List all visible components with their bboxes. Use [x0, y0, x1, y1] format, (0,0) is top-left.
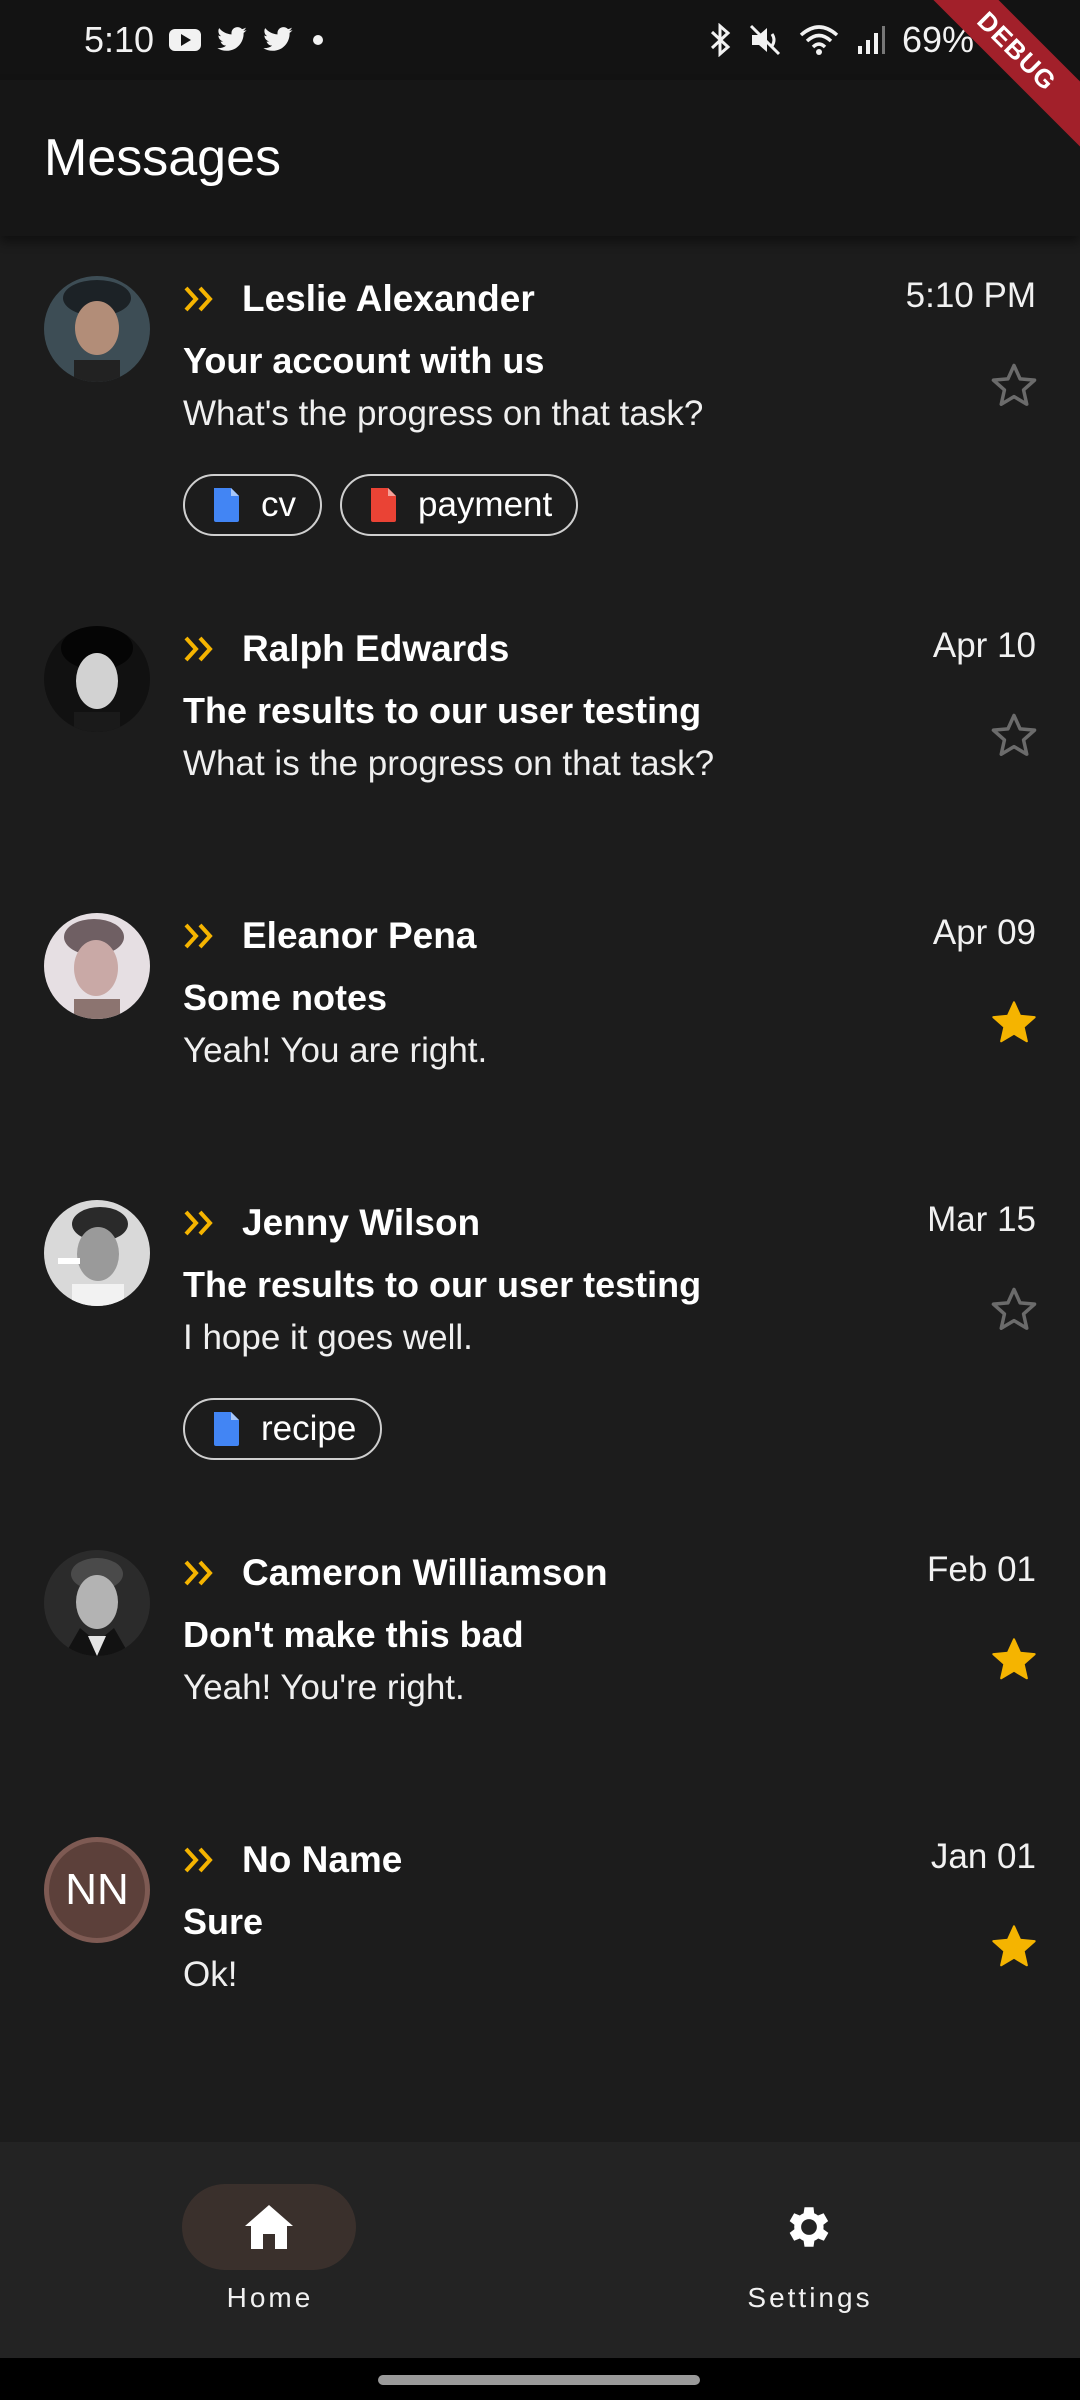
- sender-name: No Name: [242, 1839, 403, 1880]
- gesture-handle[interactable]: [378, 2375, 700, 2385]
- star-outline-icon[interactable]: [988, 360, 1040, 412]
- document-icon: [214, 1412, 239, 1446]
- nav-label: Settings: [747, 2282, 873, 2313]
- message-preview: What is the progress on that task?: [183, 744, 715, 783]
- message-date: Mar 15: [927, 1200, 1036, 1239]
- mute-icon: [749, 24, 780, 56]
- message-item[interactable]: Leslie Alexander 5:10 PM Your account wi…: [0, 236, 1080, 586]
- sender-name: Ralph Edwards: [242, 628, 510, 669]
- double-chevron-icon: [184, 286, 213, 312]
- sender-row: Leslie Alexander: [182, 278, 535, 320]
- attachment-name: cv: [261, 485, 296, 524]
- message-preview: I hope it goes well.: [183, 1318, 473, 1357]
- message-subject: Sure: [183, 1901, 264, 1942]
- twitter-icon: [217, 27, 247, 51]
- document-icon: [371, 488, 396, 522]
- message-item[interactable]: Eleanor Pena Apr 09 Some notes Yeah! You…: [0, 873, 1080, 1160]
- sender-name: Eleanor Pena: [242, 915, 477, 956]
- attachment-chips: recipe: [183, 1398, 383, 1460]
- twitter-icon: [263, 27, 293, 51]
- sender-name: Cameron Williamson: [242, 1552, 608, 1593]
- nav-indicator[interactable]: [722, 2184, 896, 2270]
- avatar: [44, 626, 150, 732]
- bluetooth-icon: [710, 23, 731, 57]
- sender-name: Leslie Alexander: [242, 278, 535, 319]
- attachment-chip[interactable]: recipe: [183, 1398, 383, 1460]
- double-chevron-icon: [184, 1847, 213, 1873]
- message-subject: The results to our user testing: [183, 1264, 702, 1305]
- avatar: [44, 276, 150, 382]
- message-item[interactable]: Ralph Edwards Apr 10 The results to our …: [0, 586, 1080, 873]
- double-chevron-icon: [184, 1210, 213, 1236]
- star-filled-icon[interactable]: [988, 1921, 1040, 1973]
- signal-icon: [857, 26, 885, 54]
- message-subject: Don't make this bad: [183, 1614, 524, 1655]
- youtube-icon: [169, 29, 202, 51]
- attachment-name: recipe: [261, 1409, 357, 1448]
- message-date: 5:10 PM: [905, 276, 1036, 315]
- message-subject: Some notes: [183, 977, 388, 1018]
- nav-item-settings[interactable]: Settings: [690, 2142, 930, 2358]
- home-icon: [245, 2205, 293, 2249]
- sender-row: Cameron Williamson: [182, 1552, 608, 1594]
- gesture-bar: [0, 2358, 1080, 2400]
- page-title: Messages: [44, 129, 281, 187]
- double-chevron-icon: [184, 1560, 213, 1586]
- notification-dot-icon: [313, 35, 324, 45]
- sender-name: Jenny Wilson: [242, 1202, 481, 1243]
- double-chevron-icon: [184, 636, 213, 662]
- sender-row: Jenny Wilson: [182, 1202, 480, 1244]
- avatar: [44, 913, 150, 1019]
- message-date: Jan 01: [930, 1837, 1036, 1876]
- avatar: NN: [44, 1837, 150, 1943]
- attachment-name: payment: [418, 485, 553, 524]
- attachment-chip[interactable]: payment: [340, 474, 579, 536]
- message-subject: Your account with us: [183, 340, 545, 381]
- message-item[interactable]: NN No Name Jan 01 Sure Ok!: [0, 1797, 1080, 2084]
- message-preview: Yeah! You are right.: [183, 1031, 488, 1070]
- avatar: [44, 1200, 150, 1306]
- avatar: [44, 1550, 150, 1656]
- double-chevron-icon: [184, 923, 213, 949]
- nav-label: Home: [226, 2282, 314, 2313]
- message-date: Feb 01: [927, 1550, 1036, 1589]
- sender-row: Eleanor Pena: [182, 915, 476, 957]
- star-outline-icon[interactable]: [988, 710, 1040, 762]
- message-item[interactable]: Jenny Wilson Mar 15 The results to our u…: [0, 1160, 1080, 1510]
- wifi-icon: [799, 25, 839, 55]
- avatar-initials: NN: [65, 1865, 129, 1914]
- message-preview: Yeah! You're right.: [183, 1668, 465, 1707]
- status-left: 5:10: [84, 19, 328, 61]
- message-date: Apr 10: [932, 626, 1036, 665]
- message-item[interactable]: Cameron Williamson Feb 01 Don't make thi…: [0, 1510, 1080, 1797]
- sender-row: Ralph Edwards: [182, 628, 509, 670]
- star-filled-icon[interactable]: [988, 1634, 1040, 1686]
- attachment-chip[interactable]: cv: [183, 474, 322, 536]
- nav-indicator[interactable]: [182, 2184, 356, 2270]
- attachment-chips: cv payment: [183, 474, 579, 536]
- nav-item-home[interactable]: Home: [150, 2142, 390, 2358]
- message-date: Apr 09: [932, 913, 1036, 952]
- gear-icon: [789, 2207, 829, 2247]
- app-bar: Messages: [0, 80, 1080, 236]
- star-filled-icon[interactable]: [988, 997, 1040, 1049]
- message-preview: What's the progress on that task?: [183, 394, 704, 433]
- message-list: Leslie Alexander 5:10 PM Your account wi…: [0, 236, 1080, 2084]
- bottom-nav: Home Settings: [0, 2142, 1080, 2358]
- document-icon: [214, 488, 239, 522]
- star-outline-icon[interactable]: [988, 1284, 1040, 1336]
- message-subject: The results to our user testing: [183, 690, 702, 731]
- status-bar: 5:10 69%: [0, 0, 1080, 80]
- status-time: 5:10: [84, 19, 155, 60]
- message-preview: Ok!: [183, 1955, 238, 1994]
- sender-row: No Name: [182, 1839, 402, 1881]
